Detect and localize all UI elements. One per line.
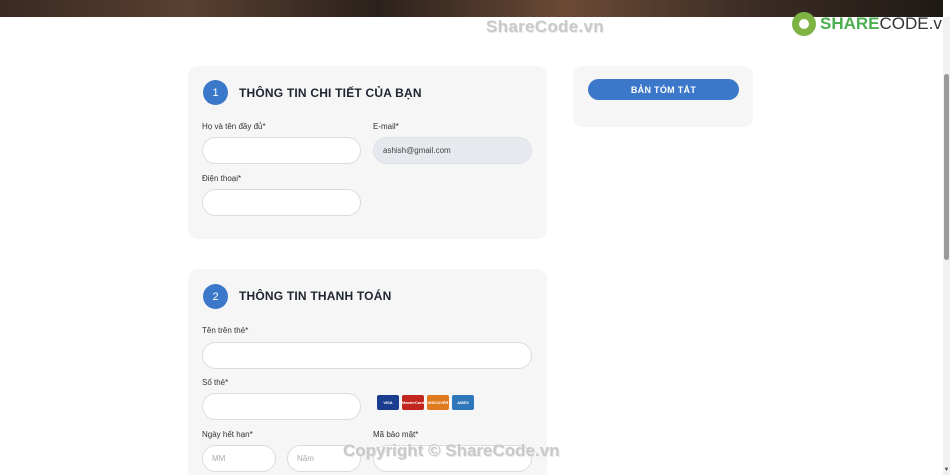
- cardname-input[interactable]: [202, 342, 532, 369]
- visa-icon: VISA: [377, 395, 399, 410]
- personal-details-card: 1 THÔNG TIN CHI TIẾT CỦA BẠN Họ và tên đ…: [188, 66, 547, 239]
- fullname-label: Họ và tên đầy đủ*: [202, 122, 266, 131]
- logo-brand: SHARE: [820, 14, 880, 33]
- expiry-label: Ngày hết hạn*: [202, 430, 253, 439]
- email-input[interactable]: ashish@gmail.com: [373, 137, 532, 164]
- recycle-icon: [792, 12, 816, 36]
- amex-icon: AMEX: [452, 395, 474, 410]
- email-label: E-mail*: [373, 122, 399, 131]
- discover-icon: DISCOVER: [427, 395, 449, 410]
- copyright-watermark: Copyright © ShareCode.vn: [343, 441, 560, 460]
- sharecode-logo: SHARECODE.vn: [792, 12, 950, 36]
- cardnumber-input[interactable]: [202, 393, 361, 420]
- order-summary-card: BẢN TÓM TẮT: [573, 66, 753, 127]
- summary-button[interactable]: BẢN TÓM TẮT: [588, 79, 739, 100]
- cardname-label: Tên trên thẻ*: [202, 326, 249, 335]
- page-scrollbar[interactable]: ▼: [943, 17, 950, 475]
- phone-label: Điện thoại*: [202, 174, 242, 183]
- section-title-details: THÔNG TIN CHI TIẾT CỦA BẠN: [239, 86, 422, 100]
- cvv-label: Mã bảo mật*: [373, 430, 419, 439]
- fullname-input[interactable]: [202, 137, 361, 164]
- cardnumber-label: Số thẻ*: [202, 378, 229, 387]
- step-number-2: 2: [203, 284, 228, 309]
- expiry-month-input[interactable]: MM: [202, 445, 276, 472]
- payment-card-logos: VISA MasterCard DISCOVER AMEX: [377, 395, 474, 410]
- step-number-1: 1: [203, 80, 228, 105]
- section-title-payment: THÔNG TIN THANH TOÁN: [239, 289, 392, 303]
- scrollbar-thumb[interactable]: [944, 74, 949, 260]
- logo-suffix: CODE.vn: [879, 14, 950, 33]
- scroll-down-icon[interactable]: ▼: [943, 467, 950, 473]
- phone-input[interactable]: [202, 189, 361, 216]
- mastercard-icon: MasterCard: [402, 395, 424, 410]
- watermark-text: ShareCode.vn: [486, 17, 604, 36]
